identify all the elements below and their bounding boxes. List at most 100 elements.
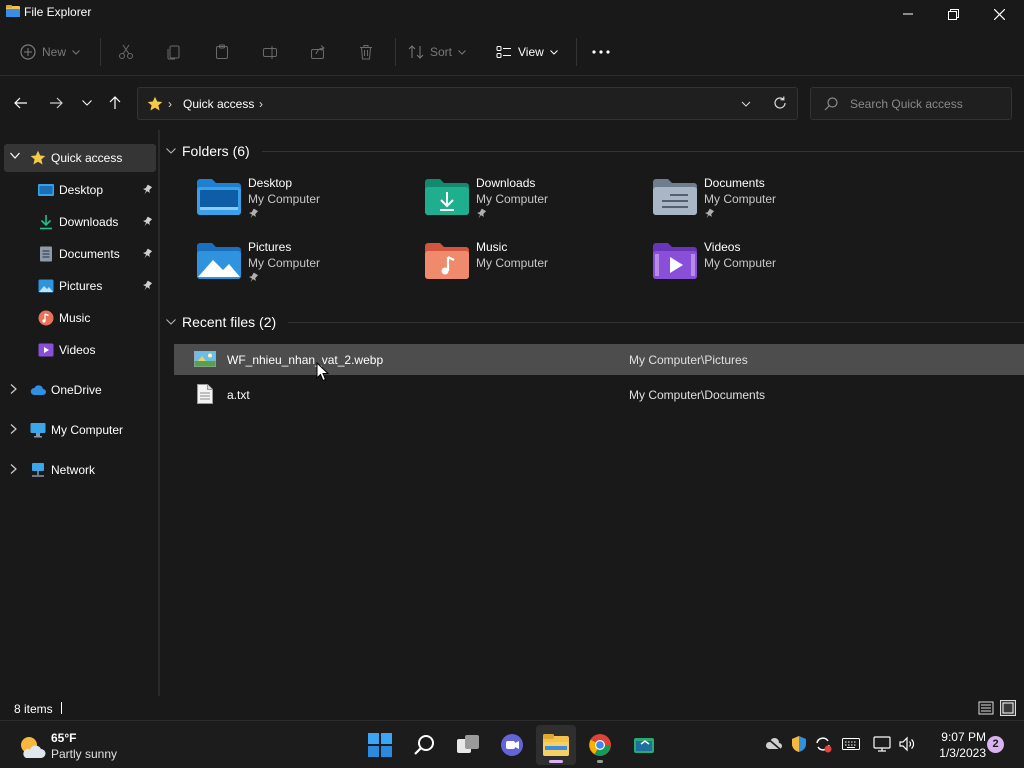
start-button[interactable] [360,725,400,765]
sidebar-item-videos[interactable]: Videos [4,336,156,364]
item-count: 8 items [14,702,53,716]
back-button[interactable] [10,92,32,114]
taskbar-chrome[interactable] [580,725,620,765]
task-view-button[interactable] [448,725,488,765]
security-tray-icon[interactable] [790,735,808,753]
update-tray-icon[interactable] [814,735,832,753]
active-app-indicator [549,760,563,763]
chevron-down-icon [82,100,92,106]
arrow-right-icon [50,97,63,109]
recent-locations-button[interactable] [76,92,98,114]
taskbar: 65°F Partly sunny 9:07 PM 1/3/2023 2 [0,720,1024,768]
taskbar-clock[interactable]: 9:07 PM 1/3/2023 [928,729,986,761]
close-button[interactable] [976,0,1022,28]
rename-button[interactable] [262,40,278,64]
sidebar-item-onedrive[interactable]: OneDrive [4,376,156,404]
folder-location: My Computer [704,192,777,206]
sidebar-item-pictures[interactable]: Pictures [4,272,156,300]
recent-file-row[interactable]: WF_nhieu_nhan_vat_2.webp My Computer\Pic… [174,344,1024,375]
desktop-icon [38,184,54,196]
cloud-offline-icon [765,737,782,751]
trash-icon [360,45,372,60]
breadcrumb-quick-access[interactable]: Quick access [183,97,254,111]
taskbar-file-explorer[interactable] [536,725,576,765]
folder-name: Documents [704,176,765,190]
recent-file-location: My Computer\Pictures [629,353,748,367]
chevron-right-icon[interactable] [10,384,18,394]
folder-downloads[interactable]: Downloads My Computer [424,176,644,232]
recent-file-location: My Computer\Documents [629,388,766,402]
cut-button[interactable] [118,40,134,64]
delete-button[interactable] [358,40,374,64]
windows-logo-icon [368,733,392,757]
pin-icon [143,280,152,291]
folders-section-header[interactable]: Folders (6) [166,141,250,161]
search-icon [414,735,434,755]
folder-desktop[interactable]: Desktop My Computer [196,176,416,232]
sidebar-item-quick-access[interactable]: Quick access [4,144,156,172]
sidebar-item-label: Desktop [59,183,104,197]
new-button[interactable]: New [20,40,80,64]
details-view-icon[interactable] [978,700,994,716]
recent-file-name: a.txt [227,388,250,402]
pin-icon [143,184,152,195]
forward-button[interactable] [45,92,67,114]
chevron-right-icon[interactable] [10,424,18,434]
restore-button[interactable] [930,0,976,28]
search-placeholder: Search Quick access [850,97,963,111]
task-view-icon [457,735,479,753]
sidebar-item-my-computer[interactable]: My Computer [4,416,156,444]
search-icon [824,97,838,111]
keyboard-icon [842,738,860,750]
folder-pictures[interactable]: Pictures My Computer [196,240,416,296]
network-tray-icon[interactable] [873,735,891,753]
recent-section-header[interactable]: Recent files (2) [166,312,276,332]
share-button[interactable] [310,40,326,64]
onedrive-tray-icon[interactable] [765,735,783,753]
search-box[interactable]: Search Quick access [810,87,1012,120]
refresh-icon[interactable] [772,95,788,111]
more-options-button[interactable] [592,40,610,64]
scissors-icon [119,44,133,59]
sidebar-item-network[interactable]: Network [4,456,156,484]
view-button[interactable]: View [496,40,558,64]
teams-chat-icon [501,734,523,756]
sidebar-item-desktop[interactable]: Desktop [4,176,156,204]
app-window-icon [634,738,654,753]
recent-file-row[interactable]: a.txt My Computer\Documents [174,379,1024,410]
chevron-down-icon [72,49,80,55]
volume-tray-icon[interactable] [898,735,916,753]
chevron-down-icon[interactable] [739,97,753,111]
taskbar-app-green[interactable] [624,725,664,765]
desktop-folder-icon [197,179,241,215]
notification-badge[interactable]: 2 [987,736,1004,753]
pane-splitter[interactable] [158,130,160,696]
sort-button[interactable]: Sort [408,40,466,64]
videos-folder-icon [653,243,697,279]
videos-icon [38,343,54,357]
sidebar-item-downloads[interactable]: Downloads [4,208,156,236]
up-button[interactable] [104,92,126,114]
folder-videos[interactable]: Videos My Computer [652,240,872,296]
close-icon [993,8,1005,20]
folder-documents[interactable]: Documents My Computer [652,176,872,232]
sidebar-item-documents[interactable]: Documents [4,240,156,268]
chevron-down-icon[interactable] [10,152,20,160]
running-app-indicator [597,760,603,763]
large-icons-view-icon[interactable] [1000,700,1016,716]
minimize-button[interactable] [885,0,931,28]
folder-music[interactable]: Music My Computer [424,240,644,296]
address-bar[interactable]: › Quick access › [137,87,798,120]
sidebar-item-music[interactable]: Music [4,304,156,332]
toolbar-divider [395,38,396,66]
copy-icon [167,45,180,60]
keyboard-tray-icon[interactable] [842,735,860,753]
weather-widget[interactable]: 65°F Partly sunny [18,731,148,763]
chat-button[interactable] [492,725,532,765]
breadcrumb-chevron[interactable]: › [259,97,263,111]
paste-button[interactable] [214,40,230,64]
copy-button[interactable] [166,40,182,64]
toolbar-divider [576,38,577,66]
taskbar-search-button[interactable] [404,725,444,765]
chevron-right-icon[interactable] [10,464,18,474]
